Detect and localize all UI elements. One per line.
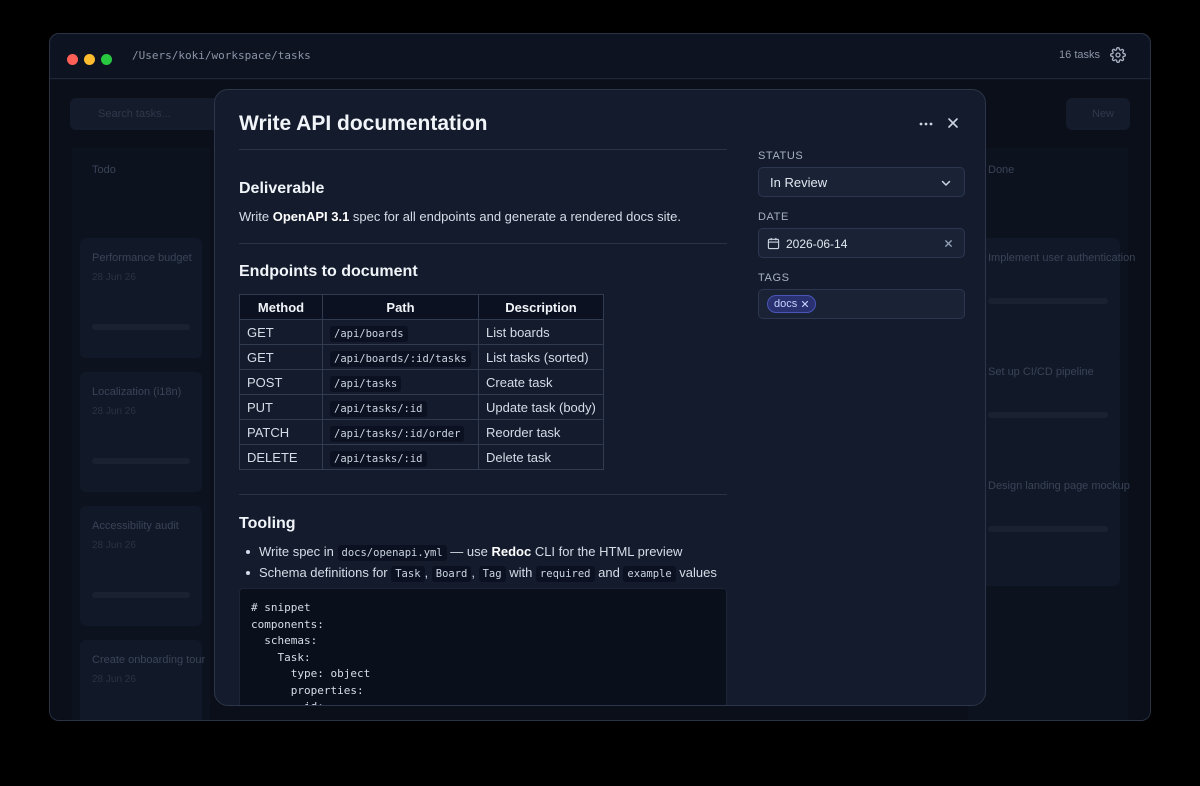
divider: [239, 149, 727, 150]
remove-tag-icon[interactable]: [801, 300, 809, 308]
close-icon[interactable]: [945, 115, 961, 131]
title-bar: /Users/koki/workspace/tasks 16 tasks: [50, 34, 1150, 79]
table-row: POST /api/tasks Create task: [239, 369, 604, 395]
date-field[interactable]: 2026-06-14: [758, 228, 965, 258]
method-cell: PUT: [239, 394, 323, 420]
description-cell: Delete task: [478, 444, 604, 470]
task-card[interactable]: Design landing page mockup: [976, 466, 1130, 586]
task-description: Deliverable Write OpenAPI 3.1 spec for a…: [239, 149, 727, 705]
table-row: PUT /api/tasks/:id Update task (body): [239, 394, 604, 420]
path-cell: /api/tasks: [322, 369, 479, 395]
table-row: DELETE /api/tasks/:id Delete task: [239, 444, 604, 470]
list-item: Schema definitions for Task, Board, Tag …: [239, 562, 717, 583]
column-title: Todo: [92, 164, 116, 176]
deliverable-text: Write OpenAPI 3.1 spec for all endpoints…: [239, 209, 682, 224]
path-cell: /api/boards/:id/tasks: [322, 344, 479, 370]
table-row: GET /api/boards List boards: [239, 319, 604, 345]
modal-title: Write API documentation: [239, 112, 488, 135]
method-cell: GET: [239, 344, 323, 370]
status-value: In Review: [770, 175, 828, 190]
divider: [239, 243, 727, 244]
task-card[interactable]: Performance budget 28 Jun 26: [80, 238, 202, 358]
column-title: Done: [988, 164, 1015, 176]
clear-date-icon[interactable]: [943, 238, 954, 249]
status-select[interactable]: In Review: [758, 167, 965, 197]
method-cell: GET: [239, 319, 323, 345]
board-column-todo: Todo Performance budget 28 Jun 26 Locali…: [72, 148, 210, 720]
maximize-window-button[interactable]: [101, 54, 112, 65]
board-column-done: Done Implement user authentication Set u…: [968, 148, 1135, 720]
date-value: 2026-06-14: [786, 237, 848, 251]
more-options-icon[interactable]: [918, 116, 934, 132]
section-heading-tooling: Tooling: [239, 515, 296, 532]
tags-field[interactable]: docs: [758, 289, 965, 319]
code-snippet: # snippet components: schemas: Task: typ…: [251, 601, 371, 705]
column-header: Method: [239, 294, 323, 320]
method-cell: DELETE: [239, 444, 323, 470]
tag-label: docs: [774, 298, 798, 310]
section-heading-deliverable: Deliverable: [239, 180, 325, 197]
minimize-window-button[interactable]: [84, 54, 95, 65]
tags-label: TAGS: [758, 272, 790, 284]
path-cell: /api/boards: [322, 319, 479, 345]
tooling-list: Write spec in docs/openapi.yml — use Red…: [239, 541, 717, 583]
close-window-button[interactable]: [67, 54, 78, 65]
task-count: 16 tasks: [1059, 49, 1100, 61]
column-header: Path: [322, 294, 479, 320]
status-label: STATUS: [758, 150, 804, 162]
task-card[interactable]: Create onboarding tour 28 Jun 26: [80, 640, 205, 720]
table-header-row: Method Path Description: [239, 294, 604, 320]
section-heading-endpoints: Endpoints to document: [239, 263, 418, 280]
task-detail-modal: Write API documentation Deliverable Writ…: [214, 89, 986, 706]
description-cell: Reorder task: [478, 419, 604, 445]
list-item: Write spec in docs/openapi.yml — use Red…: [239, 541, 717, 562]
table-row: PATCH /api/tasks/:id/order Reorder task: [239, 419, 604, 445]
method-cell: PATCH: [239, 419, 323, 445]
description-cell: List tasks (sorted): [478, 344, 604, 370]
search-input[interactable]: Search tasks...: [70, 98, 220, 130]
path-cell: /api/tasks/:id: [322, 394, 479, 420]
description-cell: List boards: [478, 319, 604, 345]
path-cell: /api/tasks/:id: [322, 444, 479, 470]
date-label: DATE: [758, 211, 789, 223]
workspace-path: /Users/koki/workspace/tasks: [132, 49, 311, 62]
task-card[interactable]: Accessibility audit 28 Jun 26: [80, 506, 202, 626]
description-cell: Update task (body): [478, 394, 604, 420]
task-card[interactable]: Implement user authentication: [976, 238, 1135, 358]
tag-chip[interactable]: docs: [767, 295, 817, 313]
code-block: # snippet components: schemas: Task: typ…: [239, 588, 727, 705]
endpoints-table: Method Path Description GET /api/boards …: [239, 294, 604, 470]
column-header: Description: [478, 294, 604, 320]
method-cell: POST: [239, 369, 323, 395]
calendar-icon: [767, 237, 780, 250]
new-task-button[interactable]: New: [1066, 98, 1130, 130]
task-card[interactable]: Localization (i18n) 28 Jun 26: [80, 372, 202, 492]
divider: [239, 494, 727, 495]
table-row: GET /api/boards/:id/tasks List tasks (so…: [239, 344, 604, 370]
task-card[interactable]: Set up CI/CD pipeline: [976, 352, 1120, 472]
path-cell: /api/tasks/:id/order: [322, 419, 479, 445]
description-cell: Create task: [478, 369, 604, 395]
gear-icon[interactable]: [1110, 47, 1126, 63]
chevron-down-icon: [941, 180, 951, 186]
